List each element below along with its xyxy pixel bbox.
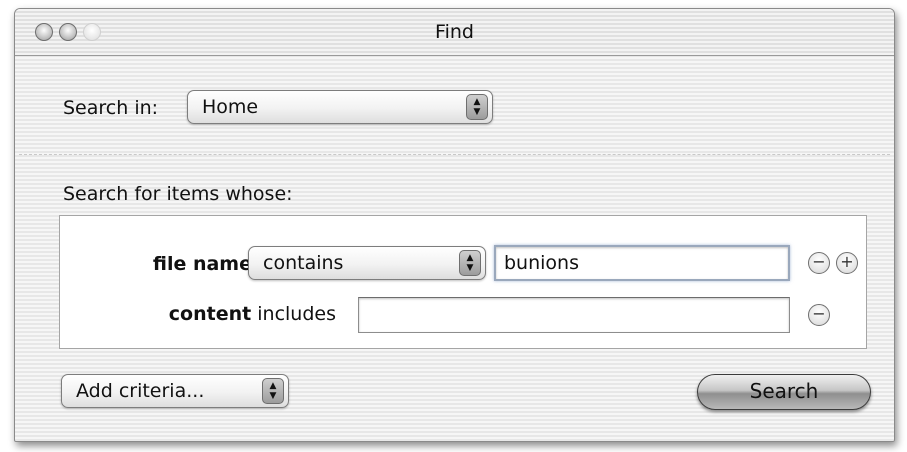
criteria-heading: Search for items whose: (63, 183, 293, 205)
popup-arrows-icon: ▲ ▼ (262, 378, 284, 404)
includes-label: includes (257, 303, 336, 325)
file-name-operator-value: contains (263, 252, 344, 274)
search-in-value: Home (202, 96, 259, 118)
search-button[interactable]: Search (697, 374, 871, 410)
content-label: content (168, 303, 252, 325)
title-bar[interactable]: Find (15, 9, 894, 56)
add-criteria-popup[interactable]: Add criteria... ▲ ▼ (61, 374, 289, 408)
popup-arrows-icon: ▲ ▼ (466, 94, 488, 120)
content-field[interactable] (358, 297, 790, 333)
content-includes-label: content includes (169, 303, 336, 325)
add-criteria-value: Add criteria... (76, 380, 205, 402)
search-in-label: Search in: (63, 97, 159, 119)
find-window: Find Search in: Home ▲ ▼ Search for items… (14, 8, 895, 442)
criteria-box: file name contains ▲ ▼ bunions − + conten… (59, 215, 867, 349)
remove-criterion-icon[interactable]: − (808, 304, 830, 326)
remove-criterion-icon[interactable]: − (808, 252, 830, 274)
file-name-field[interactable]: bunions (494, 245, 790, 281)
file-name-operator-popup[interactable]: contains ▲ ▼ (248, 246, 486, 280)
add-criterion-icon[interactable]: + (836, 252, 858, 274)
search-in-popup[interactable]: Home ▲ ▼ (187, 90, 493, 124)
file-name-label: file name (152, 253, 252, 275)
window-title: Find (435, 21, 474, 43)
separator (19, 154, 890, 155)
popup-arrows-icon: ▲ ▼ (459, 250, 481, 276)
